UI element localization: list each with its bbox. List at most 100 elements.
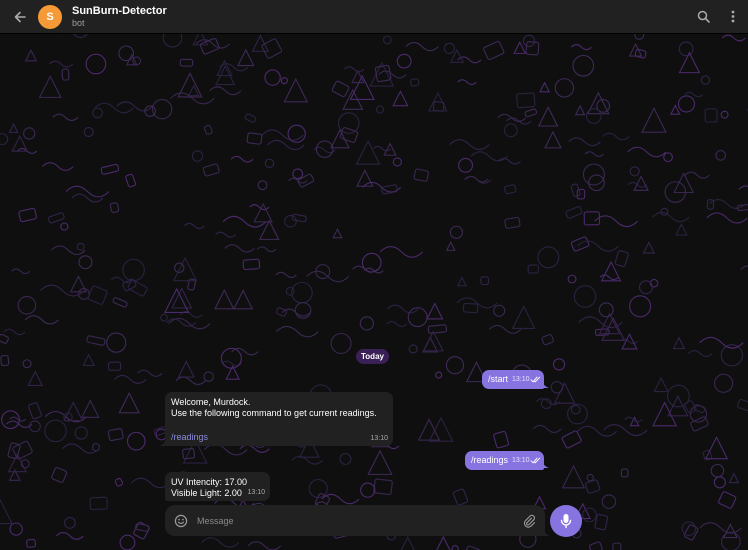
doodle-shape xyxy=(690,416,709,432)
doodle-shape xyxy=(276,307,288,317)
doodle-shape xyxy=(594,215,638,228)
more-button[interactable] xyxy=(718,0,748,34)
doodle-shape xyxy=(261,129,304,141)
doodle-shape xyxy=(162,34,183,48)
doodle-shape xyxy=(720,110,729,119)
doodle-shape xyxy=(40,284,85,297)
doodle-shape xyxy=(86,335,106,346)
doodle-shape xyxy=(275,325,319,338)
doodle-shape xyxy=(0,354,10,367)
doodle-shape xyxy=(52,113,79,122)
doodle-shape xyxy=(457,79,477,85)
doodle-shape xyxy=(570,183,581,197)
doodle-shape xyxy=(374,64,392,83)
doodle-shape xyxy=(119,534,136,550)
message-outgoing-readings[interactable]: /readings 13:10 xyxy=(465,451,544,470)
doodle-shape xyxy=(678,51,701,74)
message-incoming-welcome[interactable]: Welcome, Murdock. Use the following comm… xyxy=(165,392,393,446)
doodle-shape xyxy=(1,410,20,430)
doodle-shape xyxy=(94,102,134,114)
date-separator: Today xyxy=(356,349,389,364)
doodle-shape xyxy=(330,332,352,354)
doodle-shape xyxy=(480,276,490,286)
doodle-shape xyxy=(8,122,19,133)
doodle-shape xyxy=(247,541,282,550)
doodle-shape xyxy=(443,42,455,55)
doodle-shape xyxy=(525,41,540,56)
doodle-shape xyxy=(257,180,268,191)
bubble-tail xyxy=(542,380,549,388)
chat-background xyxy=(0,34,748,550)
doodle-shape xyxy=(503,123,518,138)
doodle-shape xyxy=(343,66,365,73)
doodle-shape xyxy=(44,419,67,443)
doodle-shape xyxy=(435,371,443,379)
doodle-shape xyxy=(436,535,451,550)
doodle-shape xyxy=(9,522,23,536)
doodle-shape xyxy=(3,328,26,336)
doodle-shape xyxy=(721,34,746,42)
doodle-shape xyxy=(738,185,748,190)
doodle-shape xyxy=(283,77,309,103)
avatar[interactable]: S xyxy=(38,4,62,29)
doodle-shape xyxy=(257,246,277,253)
doodle-shape xyxy=(360,482,376,498)
doodle-shape xyxy=(356,169,374,187)
doodle-shape xyxy=(28,402,42,420)
doodle-shape xyxy=(493,304,506,317)
doodle-shape xyxy=(56,532,84,540)
command-link[interactable]: /readings xyxy=(171,432,208,443)
doodle-shape xyxy=(71,193,104,203)
doodle-shape xyxy=(672,336,686,350)
doodle-shape xyxy=(201,537,240,548)
doodle-shape xyxy=(130,477,170,489)
doodle-shape xyxy=(291,213,307,223)
doodle-shape xyxy=(27,370,44,387)
doodle-shape xyxy=(552,358,566,371)
doodle-shape xyxy=(651,211,690,223)
message-outgoing-start[interactable]: /start 13:10 xyxy=(482,370,544,389)
doodle-shape xyxy=(396,53,412,69)
doodle-shape xyxy=(392,157,402,167)
doodle-shape xyxy=(92,107,103,119)
doodle-shape xyxy=(76,242,85,251)
doodle-pattern xyxy=(0,34,748,550)
doodle-shape xyxy=(60,222,69,231)
doodle-shape xyxy=(449,225,463,239)
doodle-shape xyxy=(539,81,551,93)
doodle-shape xyxy=(516,92,536,109)
doodle-shape xyxy=(465,175,489,183)
doodle-shape xyxy=(532,424,562,433)
doodle-shape xyxy=(112,297,128,308)
doodle-shape xyxy=(0,333,9,344)
doodle-shape xyxy=(60,34,88,39)
doodle-shape xyxy=(527,264,539,274)
emoji-button[interactable] xyxy=(165,505,197,536)
attach-button[interactable] xyxy=(513,505,545,536)
microphone-button[interactable] xyxy=(550,505,582,537)
doodle-shape xyxy=(704,108,718,123)
doodle-shape xyxy=(122,258,145,282)
doodle-shape xyxy=(683,524,699,541)
doodle-shape xyxy=(426,302,444,320)
doodle-shape xyxy=(306,270,350,283)
doodle-shape xyxy=(456,276,467,287)
chat-info[interactable]: SunBurn-Detector bot xyxy=(72,5,167,28)
doodle-shape xyxy=(209,86,242,96)
doodle-shape xyxy=(172,256,198,282)
doodle-shape xyxy=(602,132,630,141)
message-incoming-readings[interactable]: UV Intencity: 17.00 Visible Light: 2.00 … xyxy=(165,472,270,501)
doodle-shape xyxy=(554,78,575,98)
doodle-shape xyxy=(576,188,586,200)
message-input[interactable] xyxy=(197,505,513,536)
doodle-shape xyxy=(242,258,261,271)
doodle-shape xyxy=(321,493,360,505)
doodle-shape xyxy=(428,416,454,442)
doodle-shape xyxy=(24,49,38,62)
doodle-shape xyxy=(570,44,592,51)
message-meta: 13:10 xyxy=(512,455,541,466)
search-button[interactable] xyxy=(688,0,718,34)
doodle-shape xyxy=(280,77,288,85)
message-meta: 13:10 xyxy=(512,374,541,385)
back-button[interactable] xyxy=(0,0,40,34)
